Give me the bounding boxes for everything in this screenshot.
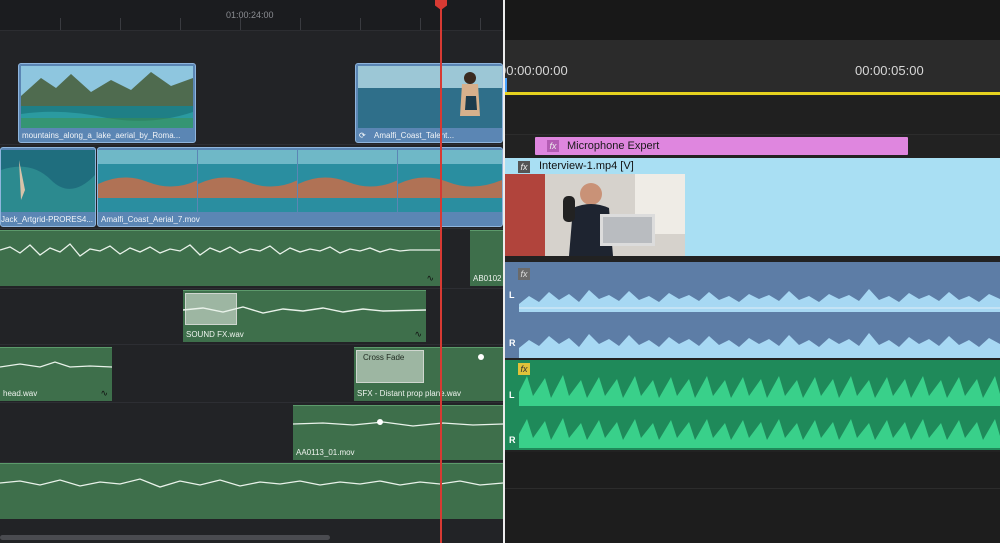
audio-waveform <box>0 243 440 257</box>
channel-right-label: R <box>509 435 516 445</box>
fx-badge: fx <box>547 140 559 152</box>
audio-clip-head[interactable]: head.wav ∿ <box>0 347 112 401</box>
video-track-v3 <box>505 96 1000 135</box>
audio-waveform-left <box>519 375 1000 406</box>
audio-clip-sfx-prop-plane[interactable]: Cross Fade SFX - Distant prop plane.wav <box>354 347 503 401</box>
playhead-marker[interactable] <box>505 78 507 92</box>
clip-thumbnail <box>21 66 193 128</box>
right-timeline-panel: 00:00:00:00 00:00:05:00 fx Microphone Ex… <box>505 0 1000 543</box>
channel-left-label: L <box>509 390 515 400</box>
keyframe-handle[interactable] <box>478 354 484 360</box>
clip-label: Amalfi_Coast_Talent... <box>374 131 455 140</box>
audio-waveform-right <box>519 333 1000 358</box>
clip-label: Amalfi_Coast_Aerial_7.mov <box>101 215 200 224</box>
cross-fade-transition[interactable]: Cross Fade <box>356 350 424 383</box>
fade-curve-icon: ∿ <box>414 329 422 339</box>
audio-waveform <box>0 361 112 368</box>
clip-label: Jack_Artgrid-PRORES4... <box>1 215 94 224</box>
fx-badge: fx <box>518 268 530 280</box>
fx-badge: fx <box>518 161 530 173</box>
clip-thumbnail <box>1 150 95 212</box>
audio-track-a1[interactable]: fx L R <box>505 262 1000 358</box>
horizontal-scrollbar[interactable] <box>0 535 330 540</box>
audio-clip-a5[interactable] <box>0 463 503 519</box>
empty-track-area <box>505 452 1000 543</box>
audio-clip-aa0113[interactable]: AA0113_01.mov <box>293 405 503 460</box>
effect-clip-microphone-expert[interactable]: fx Microphone Expert <box>535 137 908 155</box>
audio-waveform <box>0 478 503 488</box>
audio-waveform <box>293 421 503 427</box>
video-clip-mountains[interactable]: mountains_along_a_lake_aerial_by_Roma... <box>18 63 196 143</box>
clip-thumbnail <box>505 174 685 256</box>
cross-fade-label: Cross Fade <box>363 353 405 362</box>
audio-clip-ab0102[interactable]: AB0102 <box>470 230 503 286</box>
channel-right-label: R <box>509 338 516 348</box>
fade-curve-icon: ∿ <box>426 273 434 283</box>
audio-track-a2[interactable]: fx L R <box>505 360 1000 450</box>
fade-curve-icon: ∿ <box>100 388 108 398</box>
ruler-timecode: 01:00:24:00 <box>226 10 274 20</box>
keyframe-handle[interactable] <box>377 419 383 425</box>
audio-waveform <box>183 306 426 314</box>
video-clip-interview[interactable]: fx Interview-1.mp4 [V] <box>505 158 1000 256</box>
clip-label: SOUND FX.wav <box>186 330 244 339</box>
playhead-line[interactable] <box>440 0 442 543</box>
timecode-start: 00:00:00:00 <box>505 63 568 78</box>
timeline-ruler[interactable]: 01:00:24:00 <box>0 0 503 31</box>
audio-waveform-right <box>519 418 1000 448</box>
clip-label: mountains_along_a_lake_aerial_by_Roma... <box>22 131 181 140</box>
audio-clip-a1[interactable]: ∿ <box>0 230 440 286</box>
clip-label: Interview-1.mp4 [V] <box>539 160 634 172</box>
retime-icon: ⟳ <box>359 131 366 140</box>
clip-label: Microphone Expert <box>567 140 660 152</box>
video-clip-amalfi-talent[interactable]: Amalfi_Coast_Talent... ⟳ <box>355 63 503 143</box>
channel-left-label: L <box>509 290 515 300</box>
audio-waveform-left <box>519 289 1000 312</box>
clip-label: SFX - Distant prop plane.wav <box>357 389 462 398</box>
clip-thumbnail <box>358 66 502 128</box>
work-area-bar[interactable] <box>505 92 1000 95</box>
video-clip-jack-artgrid[interactable]: Jack_Artgrid-PRORES4... <box>0 147 96 227</box>
clip-label: head.wav <box>3 389 38 398</box>
video-clip-amalfi-aerial[interactable]: Amalfi_Coast_Aerial_7.mov <box>97 147 503 227</box>
clip-label: AA0113_01.mov <box>296 448 355 457</box>
left-timeline-panel: 01:00:24:00 mountains_along_a_lake_aeria… <box>0 0 503 543</box>
clip-label: AB0102 <box>473 274 502 283</box>
audio-clip-sound-fx[interactable]: SOUND FX.wav ∿ <box>183 290 426 342</box>
timecode-5s: 00:00:05:00 <box>855 63 924 78</box>
timeline-ruler[interactable]: 00:00:00:00 00:00:05:00 <box>505 40 1000 94</box>
timeline-header <box>505 0 1000 41</box>
